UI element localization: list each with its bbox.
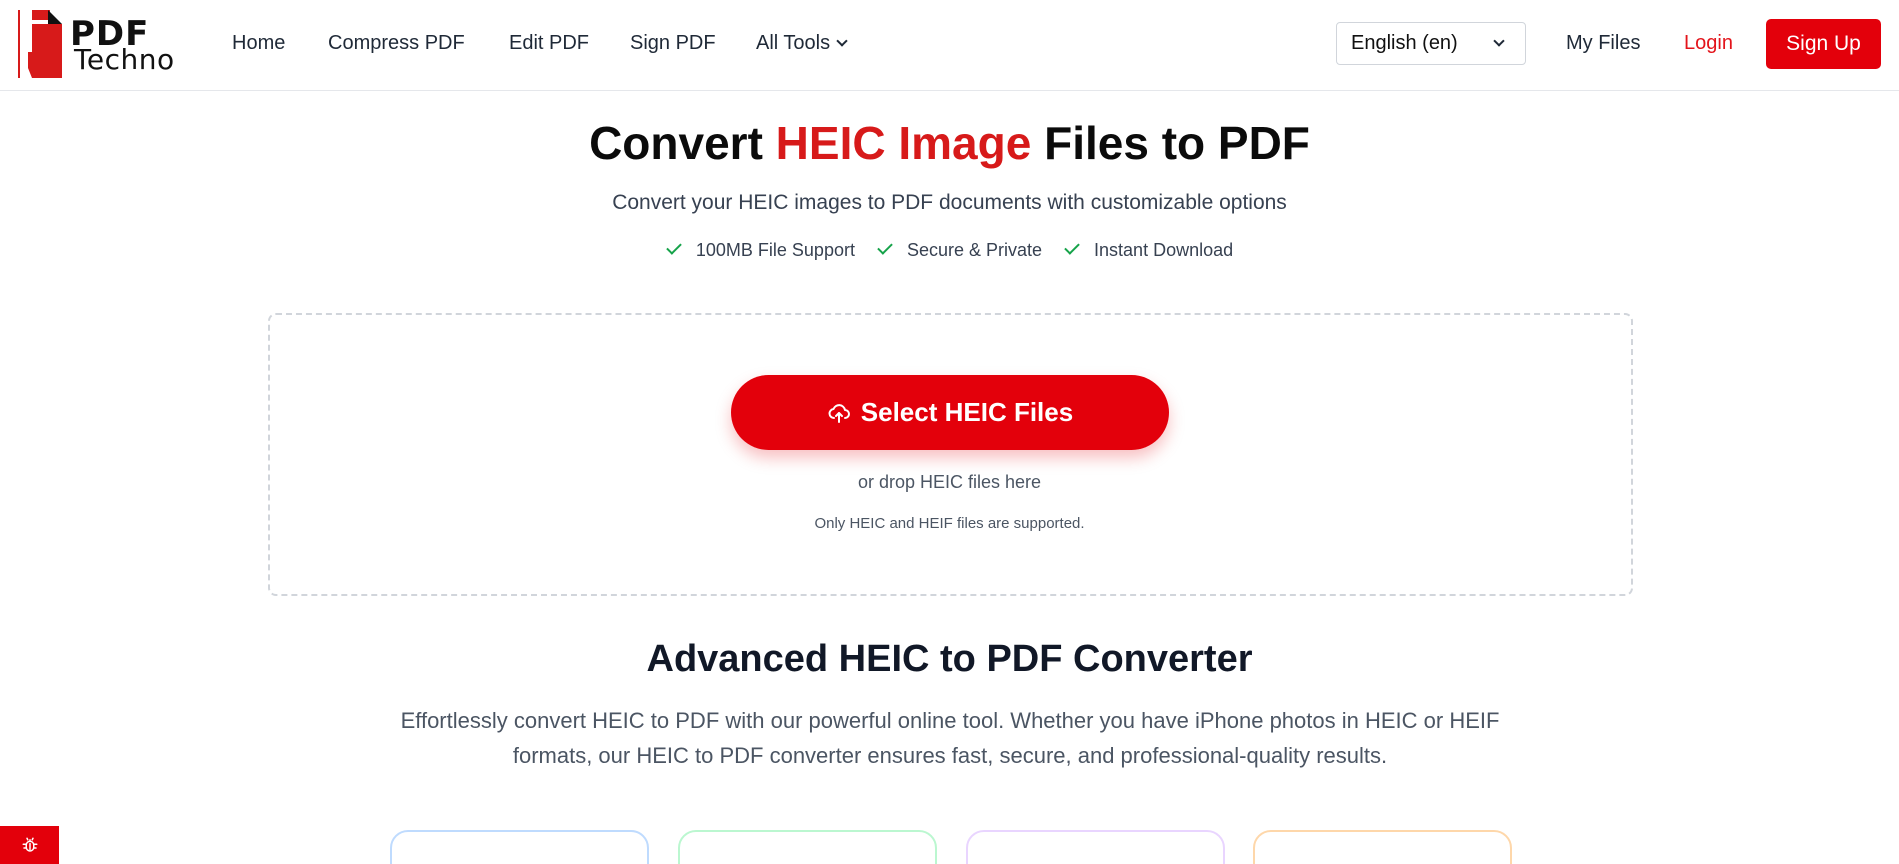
feature-label: Secure & Private <box>906 240 1043 260</box>
feature-card <box>1253 830 1512 864</box>
supported-formats-note: Only HEIC and HEIF files are supported. <box>814 515 1085 532</box>
section-title: Advanced HEIC to PDF Converter <box>646 638 1253 680</box>
feature-card <box>678 830 937 864</box>
feature-item: Secure & Private <box>877 238 1042 262</box>
nav-sign-pdf[interactable]: Sign PDF <box>630 30 716 56</box>
select-files-label: Select HEIC Files <box>860 397 1074 427</box>
section-description: Effortlessly convert HEIC to PDF with ou… <box>400 708 1500 768</box>
site-header: PDF Techno Home Compress PDF Edit PDF Si… <box>0 0 1899 91</box>
check-icon <box>666 239 682 255</box>
logo-text-techno: Techno <box>74 43 175 76</box>
feature-list: 100MB File Support Secure & Private Inst… <box>0 238 1899 262</box>
login-link[interactable]: Login <box>1684 30 1733 56</box>
bug-icon <box>22 837 38 852</box>
feature-label: Instant Download <box>1094 240 1234 260</box>
drop-hint: or drop HEIC files here <box>857 472 1042 492</box>
logo[interactable]: PDF Techno <box>18 10 186 80</box>
feature-card <box>390 830 649 864</box>
page-title-pre: Convert <box>589 117 776 169</box>
file-drop-zone[interactable] <box>268 313 1633 596</box>
cloud-upload-icon <box>828 404 850 423</box>
feature-item: Instant Download <box>1064 238 1233 262</box>
page-subtitle: Convert your HEIC images to PDF document… <box>612 191 1287 214</box>
check-icon <box>877 239 893 255</box>
language-select-value: English (en) <box>1351 32 1458 54</box>
nav-all-tools[interactable]: All Tools <box>756 30 848 56</box>
chevron-down-icon <box>836 35 848 47</box>
nav-all-tools-label: All Tools <box>756 32 831 54</box>
page-title: Convert HEIC Image Files to PDF <box>0 116 1899 170</box>
chevron-down-icon <box>1493 35 1505 47</box>
page-title-accent: HEIC Image <box>775 117 1032 169</box>
select-files-button[interactable]: Select HEIC Files <box>731 375 1169 450</box>
check-icon <box>1064 239 1080 255</box>
my-files-link[interactable]: My Files <box>1566 30 1640 56</box>
feature-card <box>966 830 1225 864</box>
nav-compress-pdf[interactable]: Compress PDF <box>328 30 465 56</box>
nav-home[interactable]: Home <box>232 30 285 56</box>
feature-label: 100MB File Support <box>695 240 855 260</box>
feature-item: 100MB File Support <box>666 238 855 262</box>
page-title-post: Files to PDF <box>1031 117 1310 169</box>
language-select[interactable]: English (en) <box>1336 22 1526 65</box>
logo-mark-icon <box>18 10 62 78</box>
bug-report-button[interactable] <box>0 826 59 864</box>
nav-edit-pdf[interactable]: Edit PDF <box>509 30 589 56</box>
signup-button[interactable]: Sign Up <box>1766 19 1881 69</box>
